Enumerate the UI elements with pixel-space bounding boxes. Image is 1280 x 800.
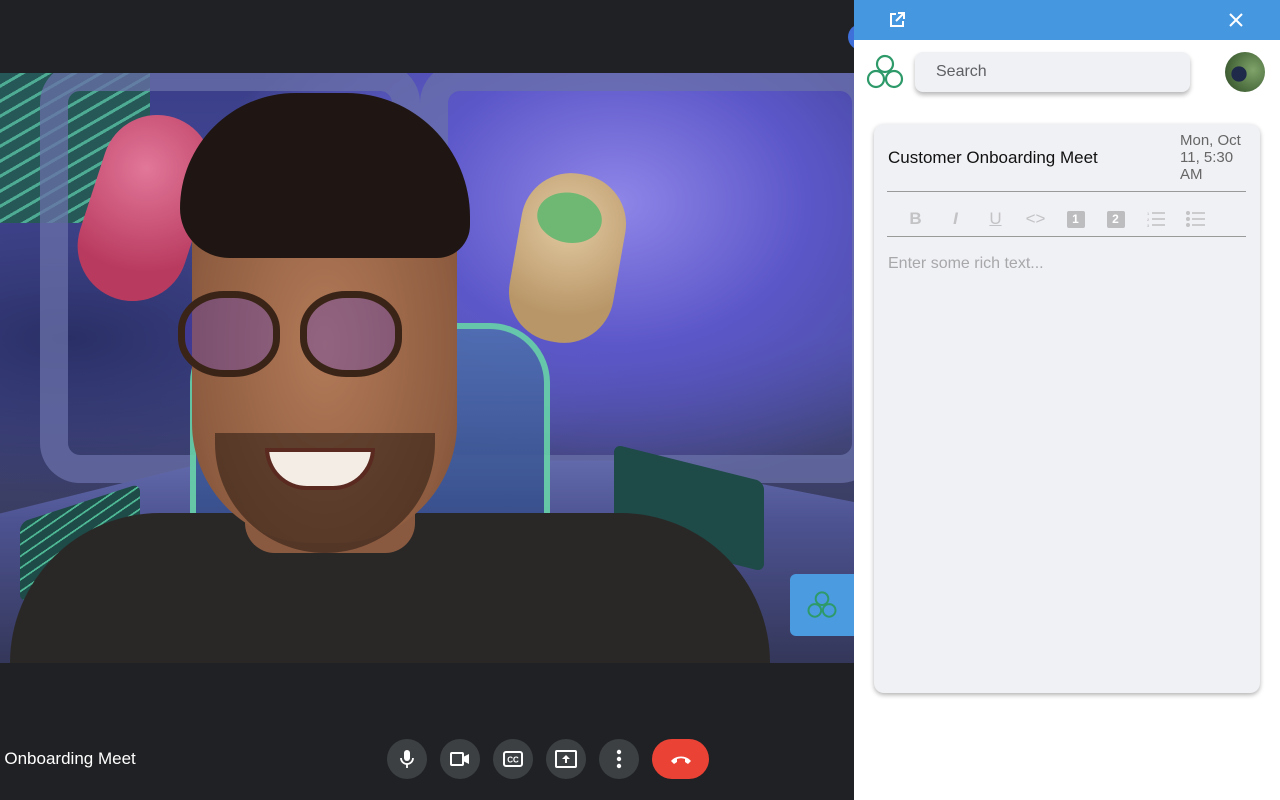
- app-logo-icon: [807, 591, 837, 618]
- note-card: Customer Onboarding Meet Mon, Oct 11, 5:…: [874, 124, 1260, 693]
- meeting-name: r Onboarding Meet: [0, 749, 136, 768]
- bullet-list-icon: [1185, 211, 1205, 227]
- search-input[interactable]: Search: [915, 52, 1190, 92]
- svg-text:2: 2: [1147, 217, 1150, 222]
- open-external-icon[interactable]: [888, 11, 906, 29]
- video-camera-icon: [450, 752, 469, 766]
- bold-button[interactable]: B: [904, 208, 927, 230]
- italic-button[interactable]: I: [944, 208, 967, 230]
- code-button[interactable]: <>: [1024, 208, 1047, 230]
- close-icon[interactable]: [1228, 12, 1244, 28]
- hang-up-icon: [670, 756, 691, 764]
- notes-launcher-button[interactable]: [790, 574, 854, 636]
- search-placeholder: Search: [936, 63, 987, 80]
- more-options-button[interactable]: [599, 739, 639, 779]
- leave-call-button[interactable]: [652, 739, 709, 779]
- participant-video: [0, 73, 854, 663]
- ordered-list-icon: 123: [1147, 211, 1165, 227]
- underline-icon: U: [989, 209, 1002, 228]
- note-date: Mon, Oct 11, 5:30 AM: [1180, 132, 1241, 183]
- microphone-button[interactable]: [387, 739, 427, 779]
- bold-icon: B: [909, 209, 922, 228]
- divider: [887, 191, 1246, 192]
- svg-text:3: 3: [1147, 223, 1150, 227]
- heading-2-button[interactable]: 2: [1104, 208, 1127, 230]
- call-controls: CC: [387, 739, 709, 779]
- heading-1-icon: 1: [1066, 210, 1085, 228]
- ordered-list-button[interactable]: 123: [1144, 208, 1167, 230]
- code-icon: <>: [1025, 209, 1046, 228]
- heading-2-icon: 2: [1106, 210, 1125, 228]
- camera-button[interactable]: [440, 739, 480, 779]
- formatting-toolbar: B I U <> 1 2 123: [904, 208, 1207, 230]
- bullet-list-button[interactable]: [1184, 208, 1207, 230]
- italic-icon: I: [953, 209, 958, 228]
- divider: [887, 236, 1246, 237]
- heading-1-button[interactable]: 1: [1064, 208, 1087, 230]
- note-title[interactable]: Customer Onboarding Meet: [888, 148, 1098, 168]
- closed-captions-icon: CC: [503, 751, 523, 767]
- captions-button[interactable]: CC: [493, 739, 533, 779]
- svg-text:CC: CC: [507, 756, 519, 765]
- rich-text-editor[interactable]: Enter some rich text...: [888, 255, 1044, 273]
- meet-window: r Onboarding Meet CC: [0, 0, 862, 800]
- user-avatar[interactable]: [1225, 52, 1265, 92]
- sidebar-header: [854, 0, 1280, 40]
- present-screen-icon: [555, 750, 577, 768]
- more-vertical-icon: [616, 749, 622, 769]
- app-logo-icon: [866, 54, 904, 89]
- present-button[interactable]: [546, 739, 586, 779]
- participant: [10, 93, 770, 663]
- underline-button[interactable]: U: [984, 208, 1007, 230]
- svg-text:1: 1: [1147, 211, 1150, 216]
- notes-sidebar: Search Customer Onboarding Meet Mon, Oct…: [854, 0, 1280, 800]
- mic-icon: [400, 750, 414, 768]
